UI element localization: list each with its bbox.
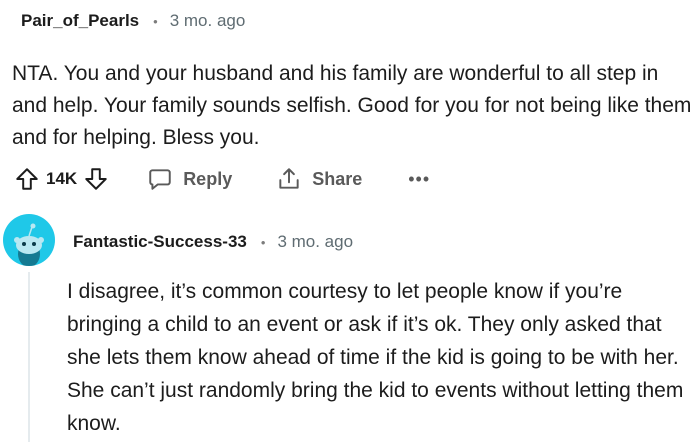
vote-count: 14K (46, 169, 78, 188)
comment-timestamp[interactable]: 3 mo. ago (277, 232, 353, 252)
comment-author[interactable]: Fantastic-Success-33 (73, 232, 247, 252)
comment-bubble-icon (147, 166, 173, 192)
comment-timestamp[interactable]: 3 mo. ago (170, 11, 246, 31)
comment-header: Pair_of_Pearls • 3 mo. ago (21, 9, 245, 33)
downvote-icon[interactable] (83, 166, 109, 192)
share-button[interactable]: Share (276, 166, 362, 192)
comment-action-bar: 14K Reply Share ••• (14, 163, 430, 195)
meta-separator: • (153, 13, 158, 29)
thread-line[interactable] (28, 272, 30, 442)
comment-header: Fantastic-Success-33 • 3 mo. ago (73, 230, 353, 254)
snoo-avatar-icon[interactable] (3, 214, 55, 266)
meta-separator: • (260, 234, 266, 250)
comment-body: I disagree, it’s common courtesy to let … (67, 280, 684, 435)
share-icon (276, 166, 302, 192)
share-label: Share (312, 168, 363, 189)
reply-button[interactable]: Reply (147, 166, 232, 192)
upvote-icon[interactable] (14, 166, 40, 192)
reply-label: Reply (183, 168, 233, 189)
more-options-icon[interactable]: ••• (408, 169, 430, 190)
comment-author[interactable]: Pair_of_Pearls (21, 11, 139, 31)
comment-body: NTA. You and your husband and his family… (12, 62, 692, 149)
